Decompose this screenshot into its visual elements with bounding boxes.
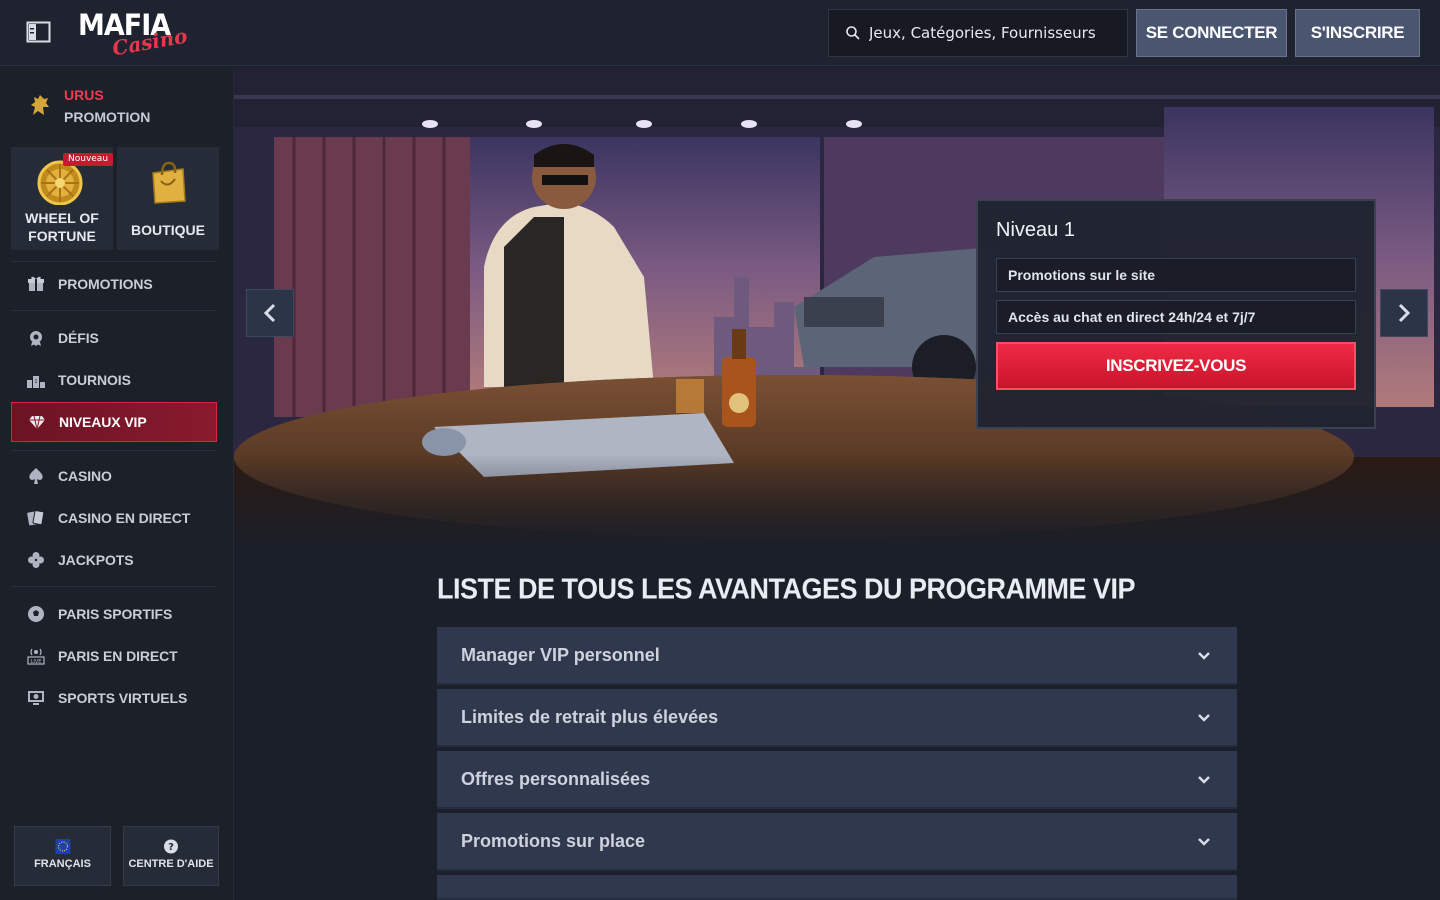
wheel-label-line1: WHEEL OF — [25, 210, 99, 226]
accordion-item-partial[interactable] — [437, 875, 1237, 900]
gift-icon — [27, 275, 45, 293]
login-button[interactable]: SE CONNECTER — [1136, 9, 1287, 57]
boutique-label: BOUTIQUE — [131, 222, 205, 238]
chevron-down-icon — [1198, 652, 1210, 660]
search-icon — [846, 26, 860, 40]
spade-icon — [27, 467, 45, 485]
search-input[interactable] — [869, 24, 1119, 42]
search-box[interactable] — [828, 9, 1128, 57]
sidebar-divider — [11, 310, 217, 311]
monitor-icon — [27, 689, 45, 707]
sidebar-item-casino-en-direct[interactable]: CASINO EN DIRECT — [11, 498, 217, 538]
cards-icon — [27, 509, 45, 527]
hero-banner: Niveau 1 Promotions sur le site Accès au… — [234, 67, 1440, 552]
accordion-label: Promotions sur place — [461, 830, 646, 851]
gear-badge-icon — [27, 329, 45, 347]
clover-icon — [27, 551, 45, 569]
live-icon: LIVE — [27, 647, 45, 665]
urus-promotion-link[interactable]: URUS PROMOTION — [24, 85, 224, 129]
chevron-left-icon — [263, 303, 276, 323]
help-center-button[interactable]: ? CENTRE D'AIDE — [123, 826, 219, 886]
chevron-down-icon — [1198, 776, 1210, 784]
language-label: FRANÇAIS — [34, 858, 91, 870]
register-button[interactable]: S'INSCRIRE — [1295, 9, 1420, 57]
wheel-tile-label: WHEEL OF FORTUNE — [11, 209, 113, 245]
bull-icon — [31, 95, 49, 115]
vip-perk: Accès au chat en direct 24h/24 et 7j/7 — [996, 300, 1356, 334]
svg-text:LIVE: LIVE — [31, 659, 42, 665]
carousel-prev-button[interactable] — [246, 289, 294, 337]
promo-title: URUS — [64, 87, 104, 103]
sidebar-item-defis[interactable]: DÉFIS — [11, 318, 217, 358]
sidebar-item-label: JACKPOTS — [58, 552, 134, 568]
soccer-ball-icon — [27, 605, 45, 623]
sidebar-item-casino[interactable]: CASINO — [11, 456, 217, 496]
boutique-tile[interactable]: BOUTIQUE — [117, 147, 219, 250]
section-title: LISTE DE TOUS LES AVANTAGES DU PROGRAMME… — [437, 573, 1136, 605]
signup-button[interactable]: INSCRIVEZ-VOUS — [996, 342, 1356, 390]
sidebar: URUS PROMOTION Nouveau WHEEL OF FORTUNE … — [0, 67, 234, 900]
sidebar-item-paris-en-direct[interactable]: LIVE PARIS EN DIRECT — [11, 636, 217, 676]
sidebar-toggle-icon[interactable] — [26, 20, 52, 44]
promo-subtitle: PROMOTION — [64, 109, 151, 125]
mafia-casino-logo[interactable]: MAFIA Casino — [78, 8, 190, 60]
wheel-label-line2: FORTUNE — [28, 228, 96, 244]
vip-level-card: Niveau 1 Promotions sur le site Accès au… — [976, 199, 1376, 429]
accordion-label: Offres personnalisées — [461, 768, 651, 789]
vip-level-title: Niveau 1 — [996, 219, 1075, 241]
sidebar-item-label: TOURNOIS — [58, 372, 131, 388]
accordion-item[interactable]: Promotions sur place — [437, 813, 1237, 871]
top-bar: MAFIA Casino SE CONNECTER S'INSCRIRE — [0, 0, 1440, 66]
sidebar-item-label: CASINO — [58, 468, 112, 484]
sidebar-item-label: PARIS EN DIRECT — [58, 648, 178, 664]
sidebar-divider — [11, 450, 217, 451]
sidebar-item-label: CASINO EN DIRECT — [58, 510, 191, 526]
sidebar-item-label: PARIS SPORTIFS — [58, 606, 173, 622]
sidebar-item-jackpots[interactable]: JACKPOTS — [11, 540, 217, 580]
svg-text:?: ? — [168, 842, 174, 853]
vip-perk: Promotions sur le site — [996, 258, 1356, 292]
carousel-next-button[interactable] — [1380, 289, 1428, 337]
language-button[interactable]: FRANÇAIS — [14, 826, 111, 886]
accordion-item[interactable]: Manager VIP personnel — [437, 627, 1237, 685]
help-label: CENTRE D'AIDE — [128, 858, 214, 870]
new-badge: Nouveau — [63, 153, 114, 166]
sidebar-item-label: DÉFIS — [58, 330, 99, 346]
sidebar-divider — [11, 261, 217, 262]
accordion-label: Limites de retrait plus élevées — [461, 706, 719, 727]
sidebar-item-tournois[interactable]: 1 TOURNOIS — [11, 360, 217, 400]
chevron-down-icon — [1198, 838, 1210, 846]
sidebar-item-sports-virtuels[interactable]: SPORTS VIRTUELS — [11, 678, 217, 718]
chevron-right-icon — [1398, 303, 1411, 323]
question-icon: ? — [164, 839, 178, 854]
sidebar-item-label: NIVEAUX VIP — [59, 414, 147, 430]
accordion-label: Manager VIP personnel — [461, 644, 660, 665]
chevron-down-icon — [1198, 714, 1210, 722]
sidebar-item-niveaux-vip[interactable]: NIVEAUX VIP — [11, 402, 217, 442]
eu-flag-icon — [55, 839, 70, 854]
sidebar-divider — [11, 586, 217, 587]
wheel-of-fortune-tile[interactable]: Nouveau WHEEL OF FORTUNE — [11, 147, 114, 250]
sidebar-item-label: PROMOTIONS — [58, 276, 153, 292]
svg-text:1: 1 — [34, 379, 37, 385]
shopping-bag-icon — [152, 161, 186, 204]
sidebar-item-promotions[interactable]: PROMOTIONS — [11, 264, 217, 304]
sidebar-item-paris-sportifs[interactable]: PARIS SPORTIFS — [11, 594, 217, 634]
accordion-item[interactable]: Offres personnalisées — [437, 751, 1237, 809]
podium-icon: 1 — [27, 371, 45, 389]
sidebar-item-label: SPORTS VIRTUELS — [58, 690, 188, 706]
diamond-icon — [28, 413, 46, 431]
accordion-item[interactable]: Limites de retrait plus élevées — [437, 689, 1237, 747]
